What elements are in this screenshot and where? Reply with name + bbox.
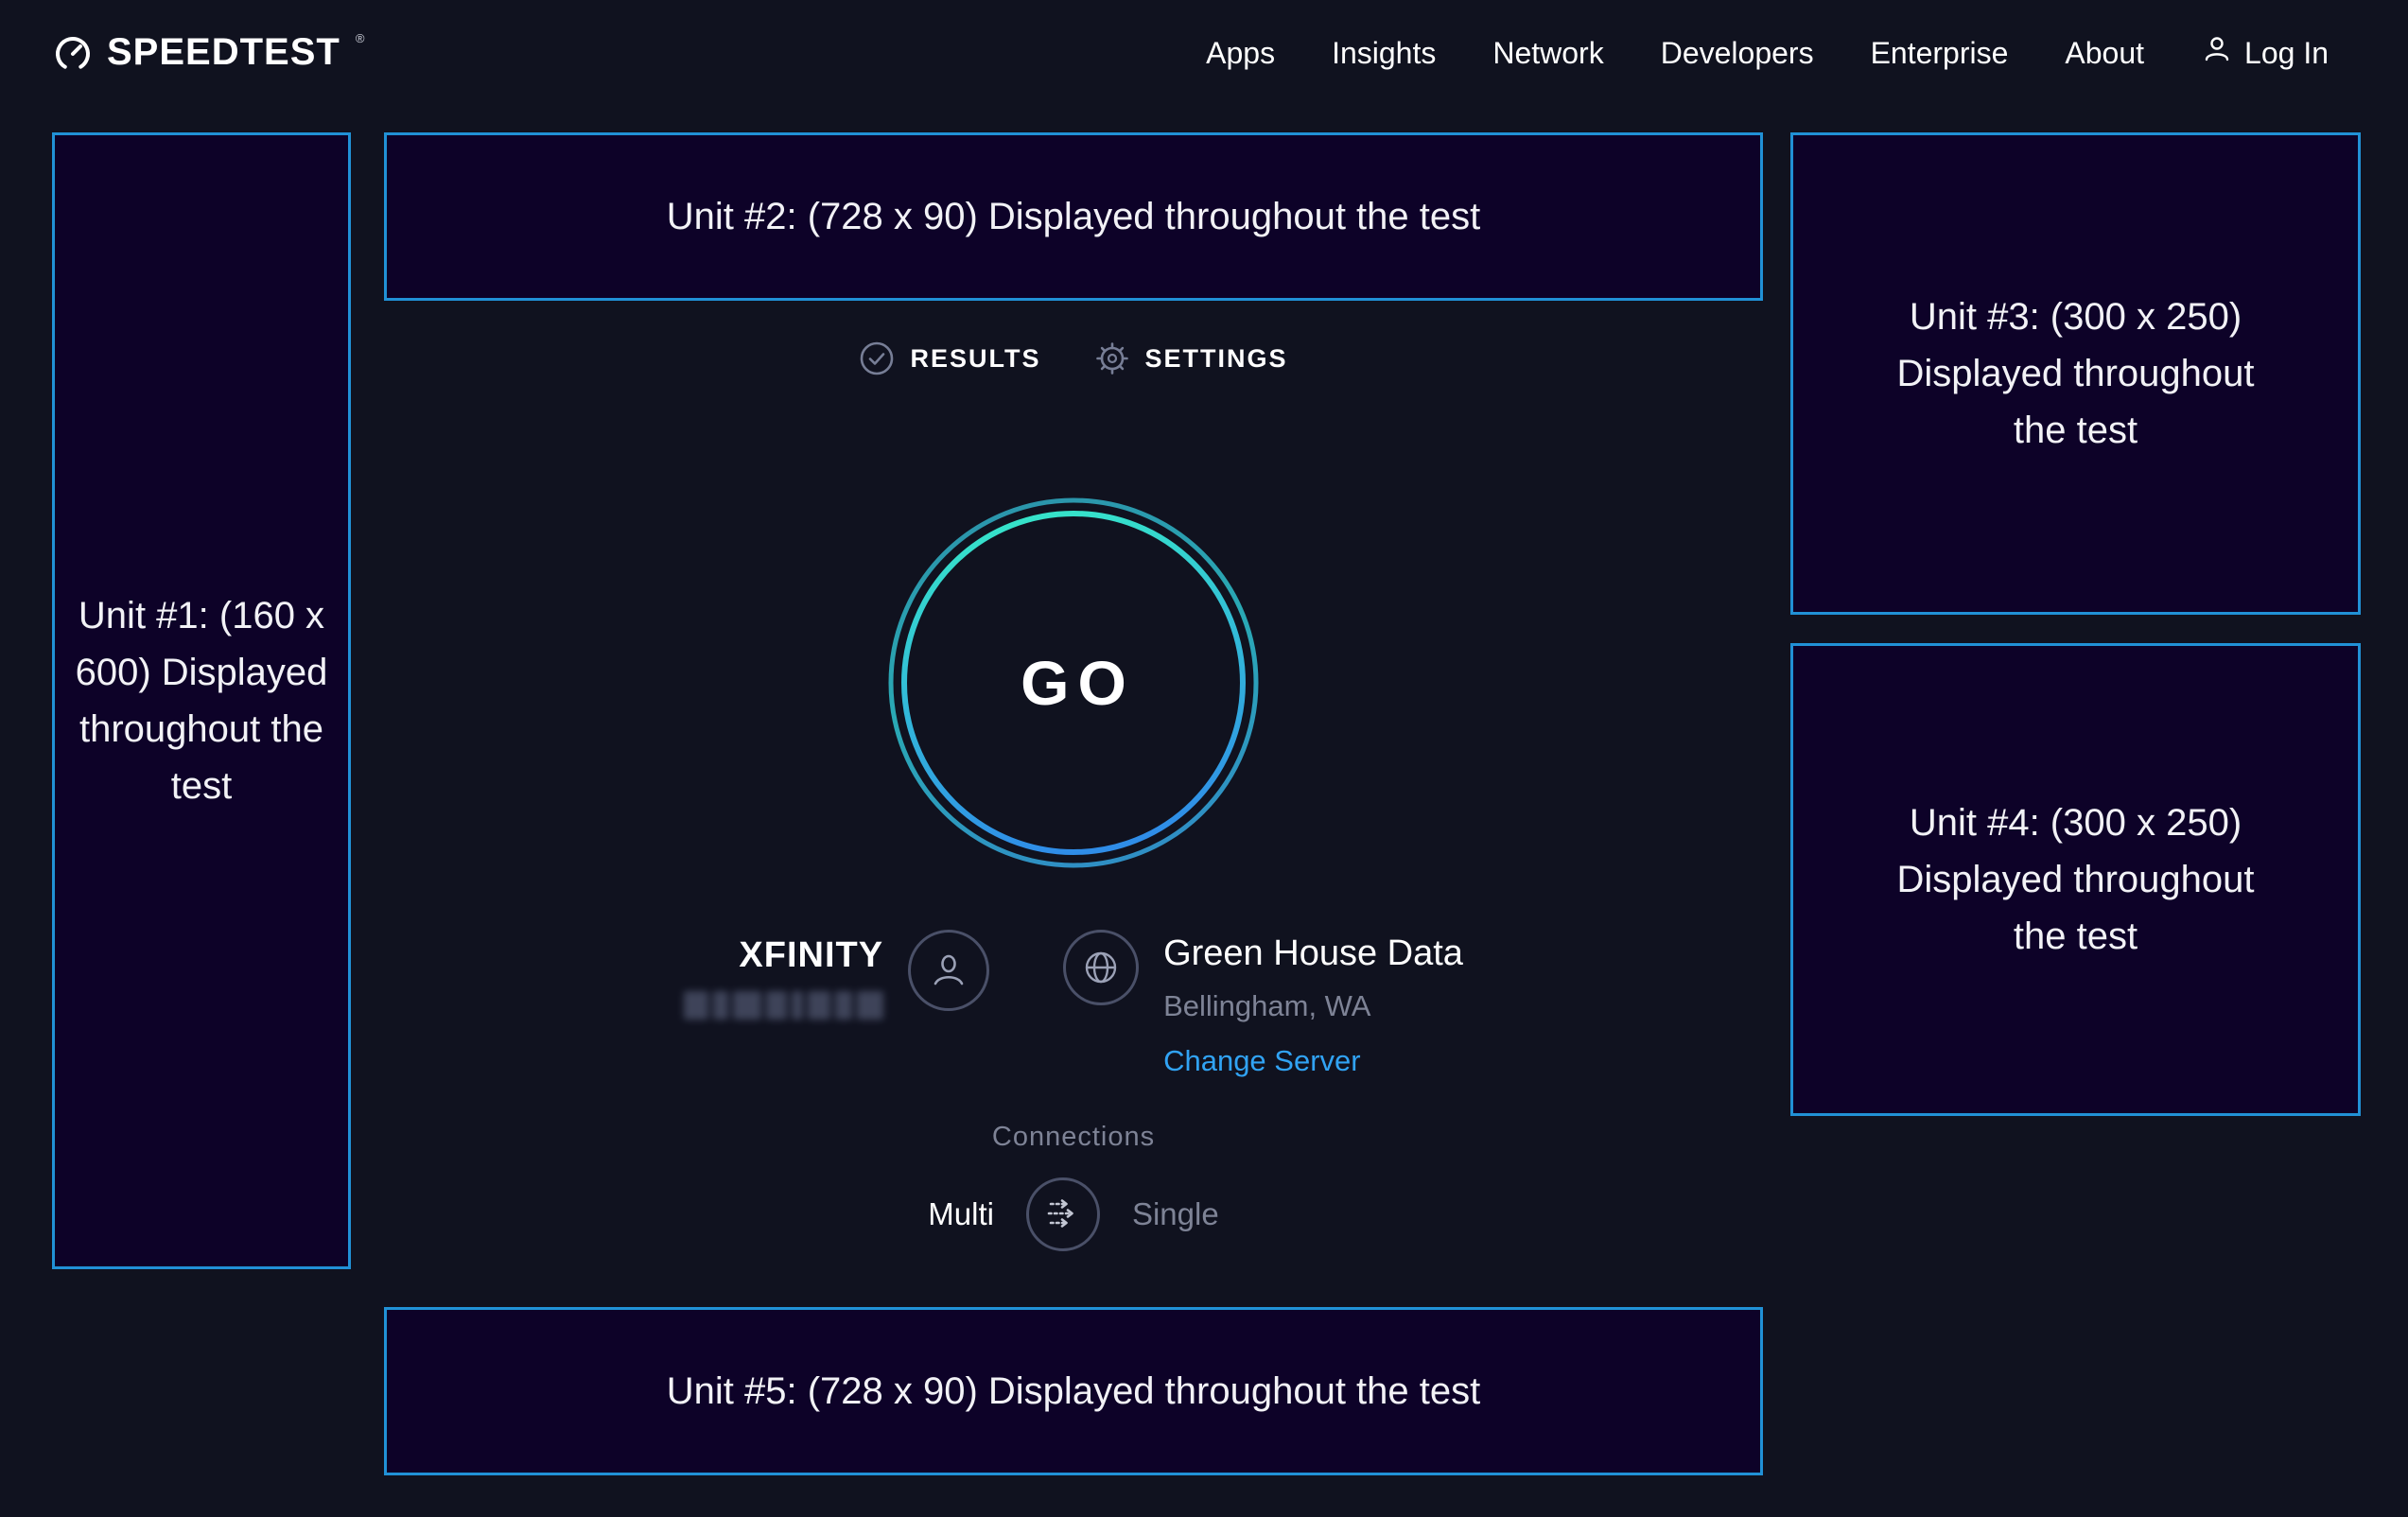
main-nav: Apps Insights Network Developers Enterpr… bbox=[1206, 33, 2329, 73]
nav-item-apps[interactable]: Apps bbox=[1206, 36, 1275, 71]
change-server-link[interactable]: Change Server bbox=[1163, 1044, 1361, 1078]
multi-connections-icon bbox=[1041, 1192, 1085, 1238]
connections-multi-option[interactable]: Multi bbox=[928, 1196, 994, 1232]
ad-unit-1-text: Unit #1: (160 x 600) Displayed throughou… bbox=[64, 587, 339, 814]
tab-settings[interactable]: SETTINGS bbox=[1094, 340, 1288, 376]
isp-name: XFINITY bbox=[739, 935, 883, 976]
nav-item-insights[interactable]: Insights bbox=[1332, 36, 1436, 71]
login-button[interactable]: Log In bbox=[2201, 33, 2329, 73]
server-info: Green House Data Bellingham, WA Change S… bbox=[1063, 930, 1463, 1078]
connections-label: Connections bbox=[384, 1122, 1763, 1153]
redacted-ip-address bbox=[684, 991, 883, 1020]
ad-unit-2: Unit #2: (728 x 90) Displayed throughout… bbox=[384, 132, 1763, 301]
ad-unit-5: Unit #5: (728 x 90) Displayed throughout… bbox=[384, 1307, 1763, 1475]
go-button[interactable]: GO bbox=[887, 497, 1260, 869]
server-location: Bellingham, WA bbox=[1163, 989, 1370, 1023]
isp-user-icon bbox=[908, 930, 989, 1011]
globe-icon bbox=[1063, 930, 1139, 1005]
trademark-symbol: ® bbox=[356, 31, 365, 45]
connections-toggle: Multi Single bbox=[384, 1177, 1763, 1251]
ad-unit-4-text: Unit #4: (300 x 250) Displayed throughou… bbox=[1868, 794, 2284, 965]
gear-icon bbox=[1094, 340, 1130, 376]
brand-name: SPEEDTEST bbox=[107, 31, 340, 73]
speedtest-page: SPEEDTEST ® Apps Insights Network Develop… bbox=[0, 0, 2408, 1517]
connection-meta: XFINITY bbox=[384, 930, 1763, 1078]
ad-unit-3: Unit #3: (300 x 250) Displayed throughou… bbox=[1790, 132, 2361, 615]
login-label: Log In bbox=[2244, 36, 2329, 71]
speedtest-logo[interactable]: SPEEDTEST ® bbox=[52, 31, 364, 75]
ad-unit-2-text: Unit #2: (728 x 90) Displayed throughout… bbox=[667, 188, 1481, 245]
tab-results-label: RESULTS bbox=[910, 344, 1040, 374]
nav-item-about[interactable]: About bbox=[2065, 36, 2144, 71]
tab-results[interactable]: RESULTS bbox=[859, 340, 1040, 376]
ad-unit-5-text: Unit #5: (728 x 90) Displayed throughout… bbox=[667, 1363, 1481, 1420]
header: SPEEDTEST ® Apps Insights Network Develop… bbox=[0, 0, 2408, 106]
go-label: GO bbox=[887, 497, 1260, 869]
server-name: Green House Data bbox=[1163, 933, 1463, 974]
isp-info: XFINITY bbox=[684, 930, 989, 1020]
connections-single-option[interactable]: Single bbox=[1132, 1196, 1219, 1232]
test-panel: RESULTS bbox=[384, 301, 1763, 1303]
ad-unit-1: Unit #1: (160 x 600) Displayed throughou… bbox=[52, 132, 351, 1269]
check-circle-icon bbox=[859, 340, 895, 376]
connection-mode-toggle-button[interactable] bbox=[1026, 1177, 1100, 1251]
nav-item-enterprise[interactable]: Enterprise bbox=[1871, 36, 2009, 71]
result-settings-tabs: RESULTS bbox=[384, 340, 1763, 376]
ad-unit-4: Unit #4: (300 x 250) Displayed throughou… bbox=[1790, 643, 2361, 1116]
nav-item-developers[interactable]: Developers bbox=[1661, 36, 1814, 71]
ad-unit-3-text: Unit #3: (300 x 250) Displayed throughou… bbox=[1868, 288, 2284, 459]
speedometer-icon bbox=[52, 31, 94, 75]
tab-settings-label: SETTINGS bbox=[1145, 344, 1288, 374]
nav-item-network[interactable]: Network bbox=[1492, 36, 1603, 71]
connections-section: Connections Multi Sin bbox=[384, 1122, 1763, 1251]
user-icon bbox=[2201, 33, 2233, 73]
